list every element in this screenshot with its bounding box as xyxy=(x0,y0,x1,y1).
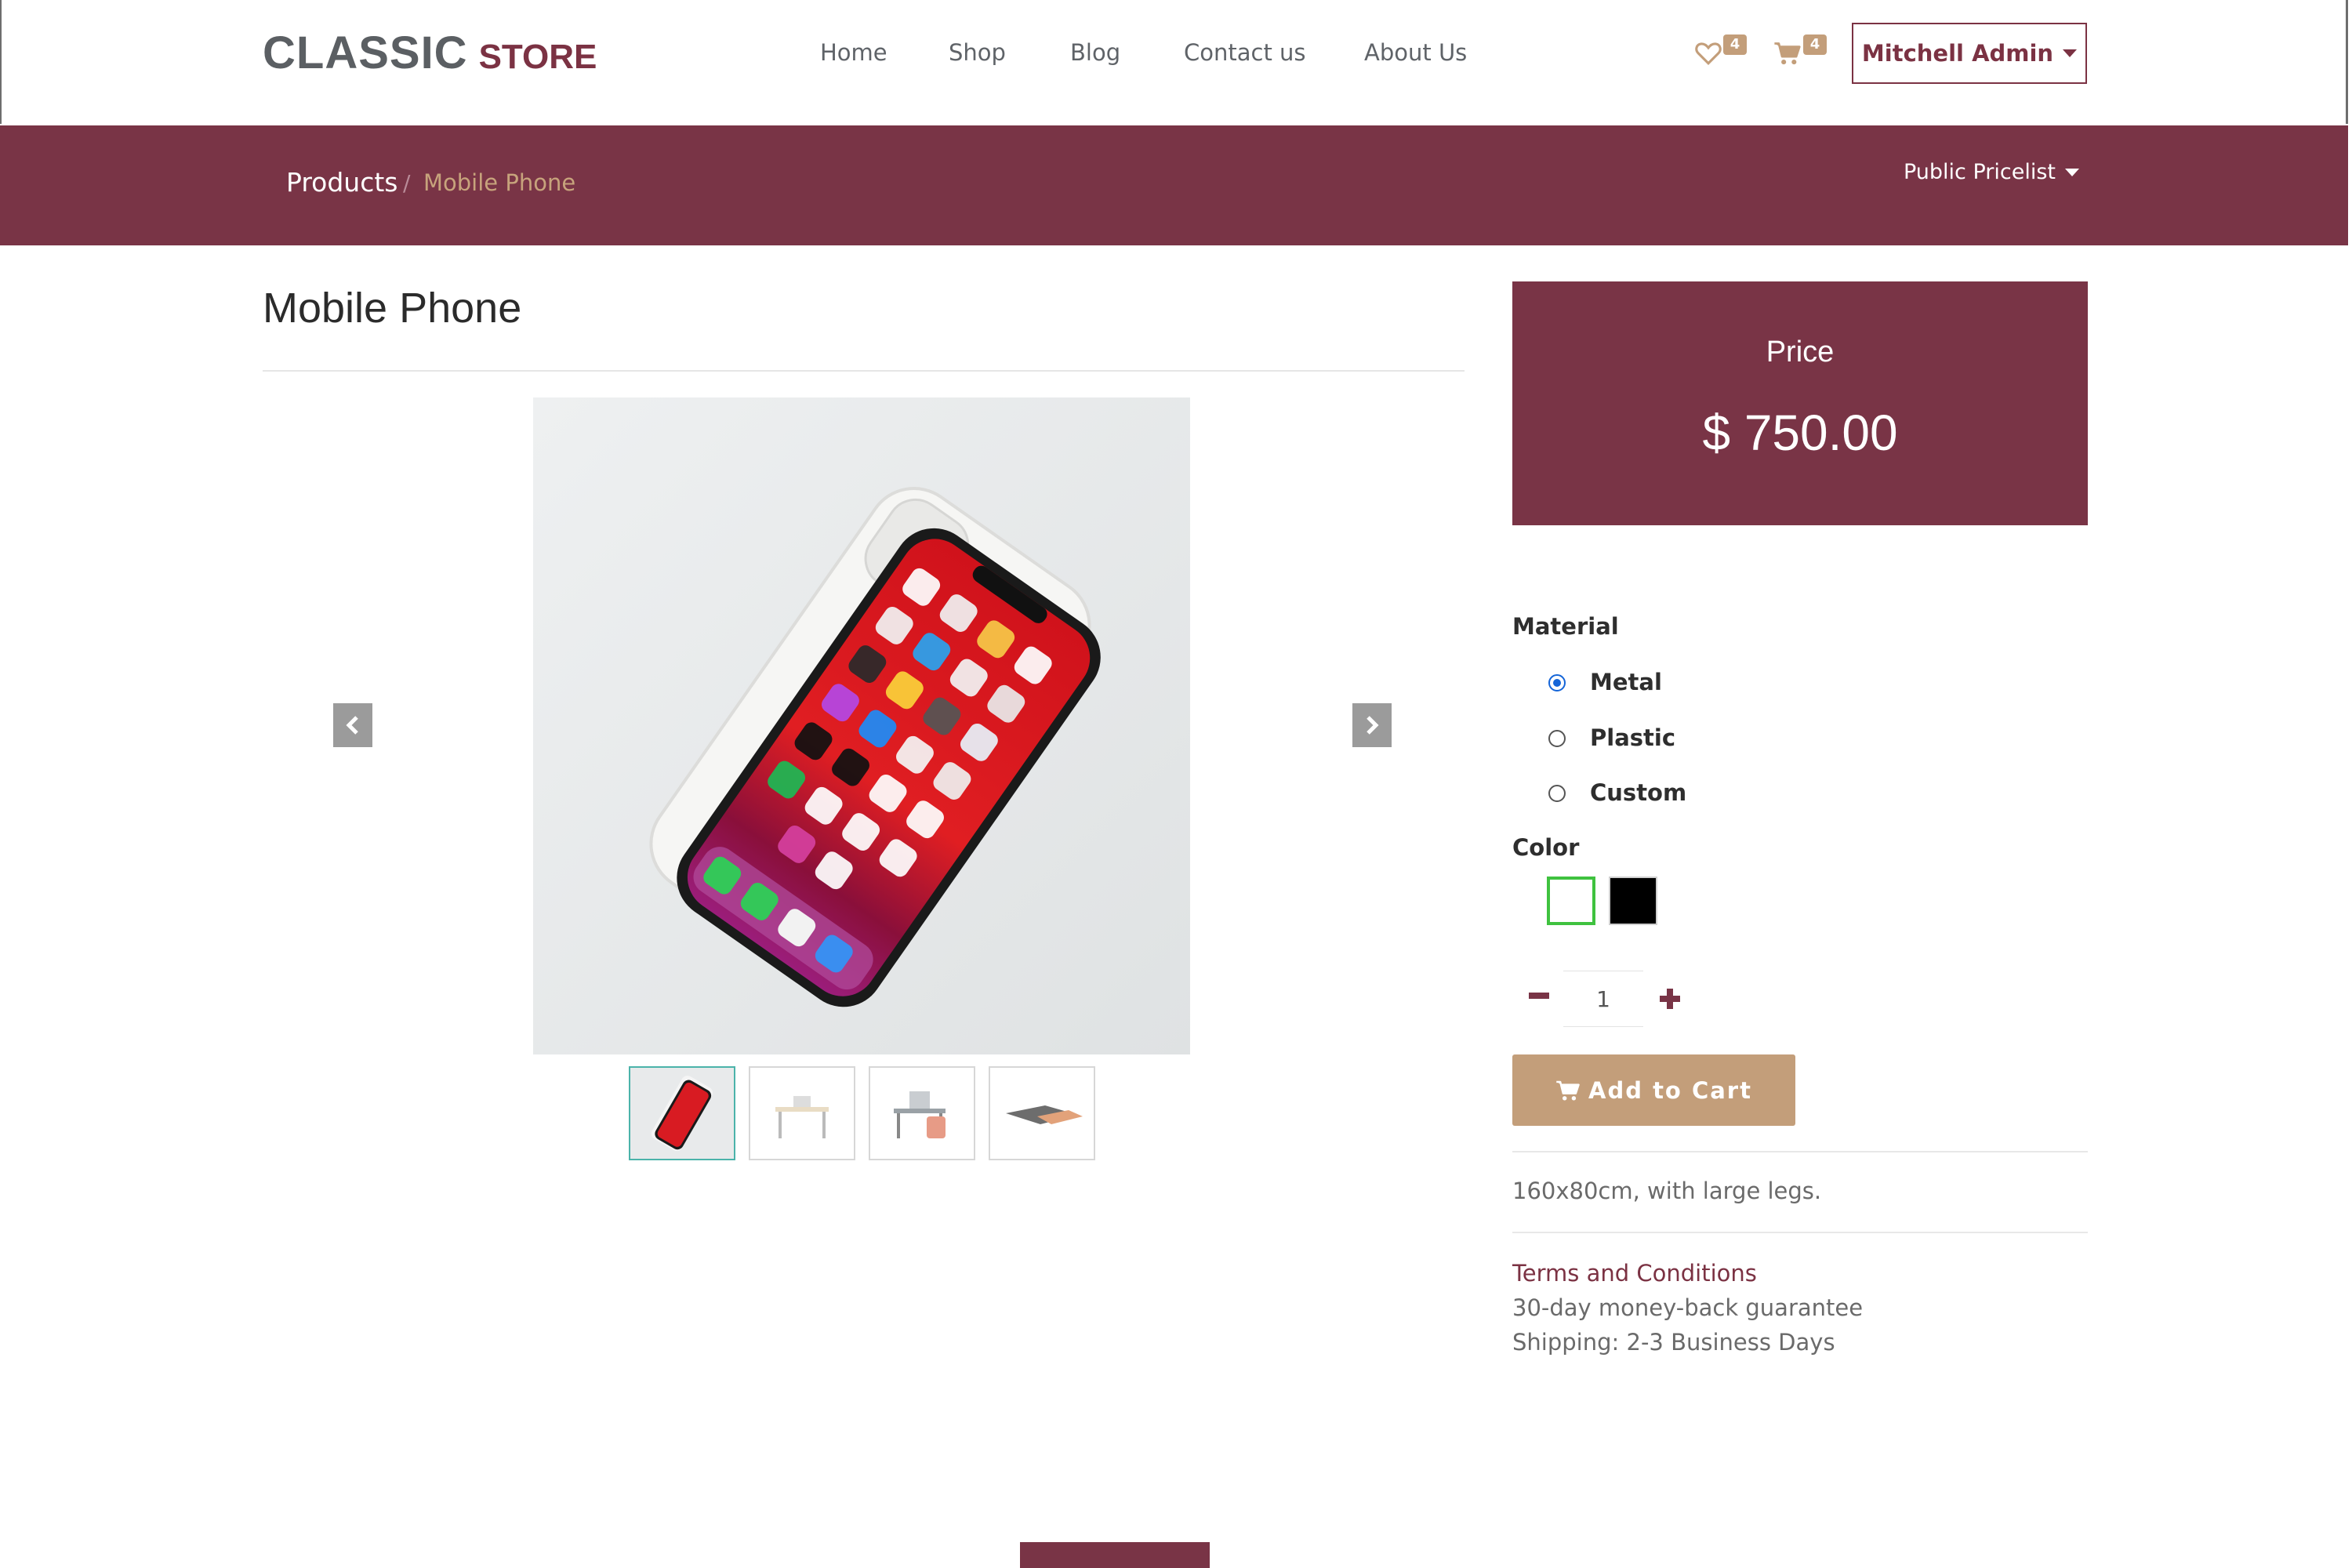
material-radio-plastic[interactable] xyxy=(1548,730,1566,747)
user-menu-button[interactable]: Mitchell Admin xyxy=(1852,23,2087,84)
quantity-increase-button[interactable] xyxy=(1654,983,1686,1014)
material-option-label: Metal xyxy=(1590,669,1662,695)
thumbnail-2[interactable] xyxy=(749,1066,855,1160)
breadcrumb-current: Mobile Phone xyxy=(423,169,576,196)
guarantee-text: 30-day money-back guarantee xyxy=(1512,1294,1864,1321)
shopping-cart-icon xyxy=(1774,42,1801,65)
add-to-cart-label: Add to Cart xyxy=(1588,1076,1752,1104)
carousel-next-button[interactable] xyxy=(1352,703,1392,747)
product-description: 160x80cm, with large legs. xyxy=(1512,1178,1822,1204)
caret-down-icon xyxy=(2063,49,2078,57)
product-main-image[interactable] xyxy=(533,397,1190,1054)
logo-sub-text: STORE xyxy=(478,38,597,76)
thumbnail-desk-image xyxy=(750,1068,854,1159)
price-label: Price xyxy=(1766,336,1835,368)
divider xyxy=(1512,1232,2088,1233)
plus-icon-vertical xyxy=(1667,989,1673,1009)
add-to-cart-button[interactable]: Add to Cart xyxy=(1512,1054,1795,1126)
quantity-input[interactable]: 1 xyxy=(1563,971,1643,1027)
user-name-label: Mitchell Admin xyxy=(1861,40,2054,67)
heart-icon xyxy=(1695,42,1722,65)
thumbnail-tray-image xyxy=(990,1068,1094,1159)
material-option-label: Custom xyxy=(1590,779,1687,806)
thumbnail-1[interactable] xyxy=(629,1066,735,1160)
divider xyxy=(1512,1151,2088,1152)
nav-shop[interactable]: Shop xyxy=(949,39,1006,66)
chevron-right-icon xyxy=(1367,716,1379,735)
shopping-cart-icon xyxy=(1556,1080,1580,1101)
wishlist-count-badge: 4 xyxy=(1723,34,1747,55)
thumbnail-3[interactable] xyxy=(869,1066,975,1160)
color-label: Color xyxy=(1512,834,1580,861)
nav-about-us[interactable]: About Us xyxy=(1364,39,1467,66)
terms-link[interactable]: Terms and Conditions xyxy=(1512,1260,1757,1287)
phone-image xyxy=(533,397,1190,1054)
wishlist-link[interactable]: 4 xyxy=(1695,34,1750,74)
nav-home[interactable]: Home xyxy=(820,39,887,66)
material-radio-metal[interactable] xyxy=(1548,674,1566,691)
material-label: Material xyxy=(1512,613,1619,640)
quantity-decrease-button[interactable] xyxy=(1529,993,1549,999)
product-title: Mobile Phone xyxy=(263,285,522,332)
nav-blog[interactable]: Blog xyxy=(1070,39,1120,66)
breadcrumb-separator: / xyxy=(403,170,411,196)
material-option-label: Plastic xyxy=(1590,724,1676,751)
thumbnail-4[interactable] xyxy=(989,1066,1095,1160)
cart-count-badge: 4 xyxy=(1803,34,1827,55)
cart-link[interactable]: 4 xyxy=(1773,34,1830,74)
pricelist-label: Public Pricelist xyxy=(1904,160,2056,184)
price-value: $ 750.00 xyxy=(1702,405,1898,461)
color-swatch-white[interactable] xyxy=(1547,877,1595,925)
caret-down-icon xyxy=(2065,168,2080,176)
material-radio-custom[interactable] xyxy=(1548,785,1566,802)
nav-contact-us[interactable]: Contact us xyxy=(1184,39,1306,66)
color-swatch-black[interactable] xyxy=(1609,877,1657,925)
shipping-text: Shipping: 2-3 Business Days xyxy=(1512,1329,1835,1356)
title-divider xyxy=(263,370,1465,372)
chevron-left-icon xyxy=(346,716,358,735)
thumbnail-phone-image xyxy=(630,1068,734,1159)
thumbnail-office-image xyxy=(870,1068,974,1159)
store-logo[interactable]: CLASSIC STORE xyxy=(263,27,597,79)
pricelist-dropdown[interactable]: Public Pricelist xyxy=(1904,160,2080,184)
carousel-prev-button[interactable] xyxy=(333,703,372,747)
footer-tab xyxy=(1020,1542,1210,1568)
breadcrumb-products-link[interactable]: Products xyxy=(286,167,398,198)
logo-main-text: CLASSIC xyxy=(263,27,468,78)
